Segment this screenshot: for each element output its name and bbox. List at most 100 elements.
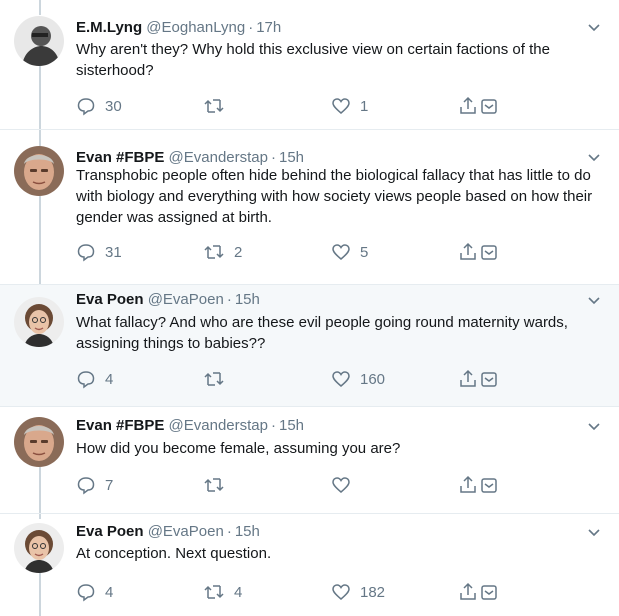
direct-message-icon[interactable] [480,96,498,116]
tweet-header: Evan #FBPE @Evanderstap · 15h [76,416,304,436]
reply-count: 4 [105,583,114,601]
tweet-actions: 31 2 5 [76,241,516,263]
like-count: 5 [360,243,369,261]
reply-button[interactable]: 30 [76,95,122,117]
direct-message-icon[interactable] [480,242,498,262]
tweet[interactable]: Evan #FBPE @Evanderstap · 15h How did you … [0,407,619,514]
chevron-down-icon[interactable] [587,525,601,539]
like-count: 160 [360,370,386,388]
reply-button[interactable]: 31 [76,241,122,263]
direct-message-icon[interactable] [480,582,498,602]
reply-icon [77,371,95,389]
tweet-header: E.M.Lyng @EoghanLyng · 17h [76,18,281,38]
like-button[interactable]: 1 [331,95,368,117]
direct-message-icon[interactable] [480,369,498,389]
like-button[interactable] [331,474,360,496]
share-icon [460,96,476,114]
like-icon [332,244,350,260]
user-handle[interactable]: @EvaPoen [148,523,224,540]
reply-button[interactable]: 4 [76,581,113,603]
tweet-header: Eva Poen @EvaPoen · 15h [76,522,260,542]
like-button[interactable]: 5 [331,241,368,263]
reply-count: 31 [105,243,122,261]
chevron-down-icon[interactable] [587,293,601,307]
retweet-button[interactable]: 2 [203,241,242,263]
share-icon [460,242,476,260]
reply-count: 4 [105,370,114,388]
separator: · [248,19,254,36]
share-icon [460,475,476,493]
retweet-count: 4 [234,583,243,601]
retweet-button[interactable] [203,474,234,496]
like-icon [332,371,350,387]
tweet-text: Why aren't they? Why hold this exclusive… [76,41,550,79]
user-handle[interactable]: @Evanderstap [169,417,268,434]
retweet-icon [204,372,224,386]
tweet[interactable]: Evan #FBPE @Evanderstap · 15h Transphobic … [0,130,619,285]
separator: · [226,523,232,540]
share-icon [460,369,476,387]
timestamp[interactable]: 15h [235,523,260,540]
tweet-focused[interactable]: Eva Poen @EvaPoen · 15h What fallacy? And … [0,285,619,407]
tweet[interactable]: Eva Poen @EvaPoen · 15h At conception. Nex… [0,514,619,616]
timestamp[interactable]: 15h [279,417,304,434]
like-icon [332,98,350,114]
share-icon [460,582,476,600]
separator: · [226,291,232,308]
tweet-actions: 4 160 [76,368,516,390]
reply-icon [77,244,95,262]
reply-button[interactable]: 4 [76,368,113,390]
display-name[interactable]: Evan #FBPE [76,149,164,166]
display-name[interactable]: Eva Poen [76,523,144,540]
display-name[interactable]: Evan #FBPE [76,417,164,434]
share-button[interactable] [459,474,498,496]
avatar[interactable] [14,297,64,347]
like-count: 182 [360,583,386,601]
timestamp[interactable]: 15h [235,291,260,308]
user-handle[interactable]: @EvaPoen [148,291,224,308]
retweet-button[interactable] [203,368,234,390]
retweet-icon [204,585,224,599]
reply-icon [77,477,95,495]
chevron-down-icon[interactable] [587,20,601,34]
share-button[interactable] [459,95,498,117]
tweet[interactable]: E.M.Lyng @EoghanLyng · 17h Why aren't they… [0,0,619,130]
user-handle[interactable]: @Evanderstap [169,149,268,166]
share-button[interactable] [459,241,498,263]
like-button[interactable]: 160 [331,368,385,390]
chevron-down-icon[interactable] [587,419,601,433]
share-button[interactable] [459,368,498,390]
chevron-down-icon[interactable] [587,150,601,164]
tweet-actions: 4 4 182 [76,581,516,603]
timestamp[interactable]: 15h [279,149,304,166]
retweet-icon [204,245,224,259]
share-button[interactable] [459,581,498,603]
display-name[interactable]: Eva Poen [76,291,144,308]
direct-message-icon[interactable] [480,475,498,495]
like-icon [332,584,350,600]
avatar[interactable] [14,146,64,196]
like-count: 1 [360,97,369,115]
avatar[interactable] [14,16,64,66]
separator: · [271,149,276,166]
reply-button[interactable]: 7 [76,474,113,496]
timestamp[interactable]: 17h [256,19,281,36]
user-handle[interactable]: @EoghanLyng [146,19,245,36]
tweet-actions: 30 1 [76,95,516,117]
like-icon [332,477,350,493]
retweet-count: 2 [234,243,243,261]
tweet-text: How did you become female, assuming you … [76,440,401,457]
tweet-text: At conception. Next question. [76,545,272,562]
separator: · [271,417,276,434]
retweet-button[interactable]: 4 [203,581,242,603]
tweet-header: Eva Poen @EvaPoen · 15h [76,290,260,310]
display-name[interactable]: E.M.Lyng [76,19,142,36]
tweet-text: What fallacy? And who are these evil peo… [76,314,568,352]
like-button[interactable]: 182 [331,581,385,603]
retweet-button[interactable] [203,95,234,117]
reply-icon [77,584,95,602]
avatar[interactable] [14,417,64,467]
reply-count: 30 [105,97,122,115]
avatar[interactable] [14,523,64,573]
retweet-icon [204,478,224,492]
